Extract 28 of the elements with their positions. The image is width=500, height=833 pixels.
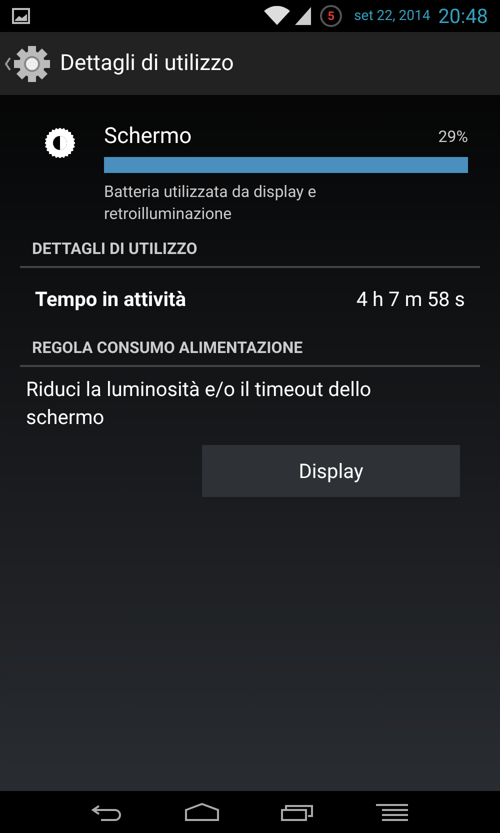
menu-button[interactable]: [375, 803, 409, 821]
back-button[interactable]: [4, 44, 52, 84]
status-date: set 22, 2014: [354, 6, 430, 26]
brightness-icon: [45, 128, 75, 158]
notification-badge: 5: [320, 5, 342, 27]
section-header: DETTAGLI DI UTILIZZO: [32, 239, 198, 258]
row-value: 4 h 7 m 58 s: [356, 286, 465, 313]
signal-icon: [294, 6, 312, 26]
caret-icon: [4, 56, 12, 70]
gear-icon: [12, 44, 52, 84]
screen-title: Dettagli di utilizzo: [60, 50, 234, 78]
status-time: 20:48: [438, 3, 488, 30]
usage-title: Schermo: [104, 123, 192, 151]
display-button[interactable]: Display: [202, 445, 460, 497]
image-icon: [12, 8, 30, 24]
menu-icon: [375, 803, 409, 821]
home-button[interactable]: [185, 803, 219, 821]
back-icon: [91, 803, 123, 821]
usage-percent: 29%: [438, 126, 468, 148]
home-icon: [185, 803, 219, 821]
recents-icon: [281, 803, 313, 821]
wifi-icon: [264, 6, 290, 26]
usage-description: Batteria utilizzata da display e retroilluminazione: [104, 181, 318, 225]
section-header: REGOLA CONSUMO ALIMENTAZIONE: [32, 338, 303, 357]
back-nav-button[interactable]: [91, 803, 123, 821]
hint-text: Riduci la luminosità e/o il timeout dello schermo: [25, 376, 372, 431]
recents-button[interactable]: [281, 803, 313, 821]
row-label: Tempo in attività: [35, 286, 186, 313]
